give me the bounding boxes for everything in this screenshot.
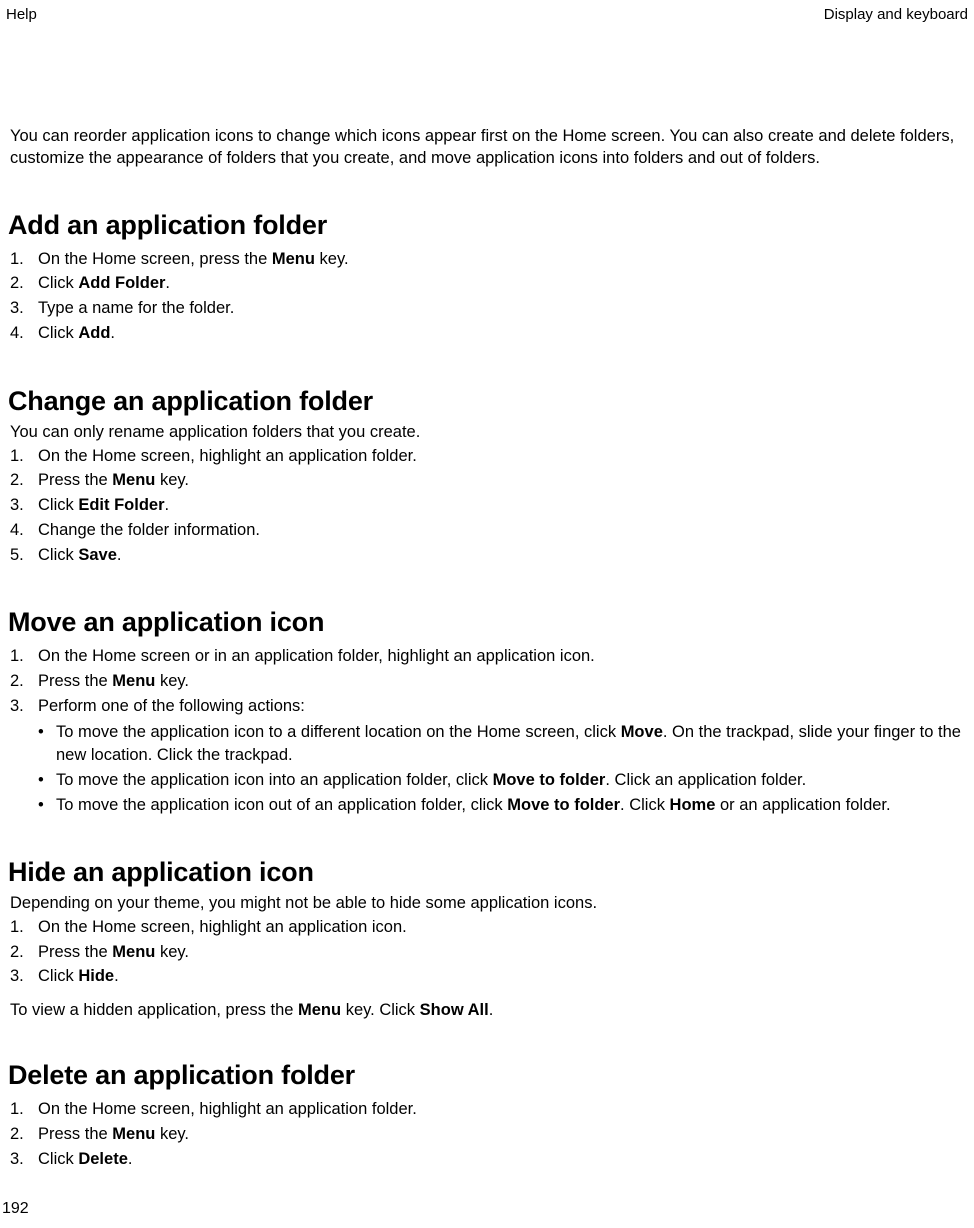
page-content: You can reorder application icons to cha… <box>0 125 974 1171</box>
steps-change-folder: 1.On the Home screen, highlight an appli… <box>8 444 966 568</box>
list-item: 3.Type a name for the folder. <box>8 296 966 321</box>
page-number: 192 <box>2 1200 29 1218</box>
steps-delete-folder: 1.On the Home screen, highlight an appli… <box>8 1097 966 1171</box>
list-item: 1.On the Home screen, highlight an appli… <box>8 915 966 940</box>
list-item: To move the application icon to a differ… <box>8 721 966 767</box>
list-item: 2.Press the Menu key. <box>8 669 966 694</box>
list-item: 2.Click Add Folder. <box>8 271 966 296</box>
heading-delete-folder: Delete an application folder <box>8 1060 966 1091</box>
steps-move-icon: 1.On the Home screen or in an applicatio… <box>8 644 966 718</box>
steps-add-folder: 1.On the Home screen, press the Menu key… <box>8 247 966 346</box>
list-item: 1.On the Home screen or in an applicatio… <box>8 644 966 669</box>
closing-hide-icon: To view a hidden application, press the … <box>8 1001 966 1020</box>
steps-hide-icon: 1.On the Home screen, highlight an appli… <box>8 915 966 989</box>
list-item: 3.Click Delete. <box>8 1147 966 1172</box>
note-hide-icon: Depending on your theme, you might not b… <box>8 894 966 913</box>
list-item: 1.On the Home screen, highlight an appli… <box>8 1097 966 1122</box>
header-left: Help <box>6 6 37 23</box>
list-item: 4.Change the folder information. <box>8 518 966 543</box>
list-item: 5.Click Save. <box>8 543 966 568</box>
list-item: 2.Press the Menu key. <box>8 468 966 493</box>
list-item: 2.Press the Menu key. <box>8 1122 966 1147</box>
heading-hide-icon: Hide an application icon <box>8 857 966 888</box>
bullets-move-icon: To move the application icon to a differ… <box>8 721 966 817</box>
list-item: 4.Click Add. <box>8 321 966 346</box>
list-item: 1.On the Home screen, highlight an appli… <box>8 444 966 469</box>
heading-change-folder: Change an application folder <box>8 386 966 417</box>
note-change-folder: You can only rename application folders … <box>8 423 966 442</box>
list-item: To move the application icon out of an a… <box>8 794 966 817</box>
header-right: Display and keyboard <box>824 6 968 23</box>
list-item: To move the application icon into an app… <box>8 769 966 792</box>
list-item: 2.Press the Menu key. <box>8 940 966 965</box>
list-item: 3.Perform one of the following actions: <box>8 694 966 719</box>
heading-move-icon: Move an application icon <box>8 607 966 638</box>
page-header: Help Display and keyboard <box>0 0 974 23</box>
list-item: 3.Click Hide. <box>8 964 966 989</box>
list-item: 1.On the Home screen, press the Menu key… <box>8 247 966 272</box>
heading-add-folder: Add an application folder <box>8 210 966 241</box>
list-item: 3.Click Edit Folder. <box>8 493 966 518</box>
intro-paragraph: You can reorder application icons to cha… <box>8 125 966 170</box>
